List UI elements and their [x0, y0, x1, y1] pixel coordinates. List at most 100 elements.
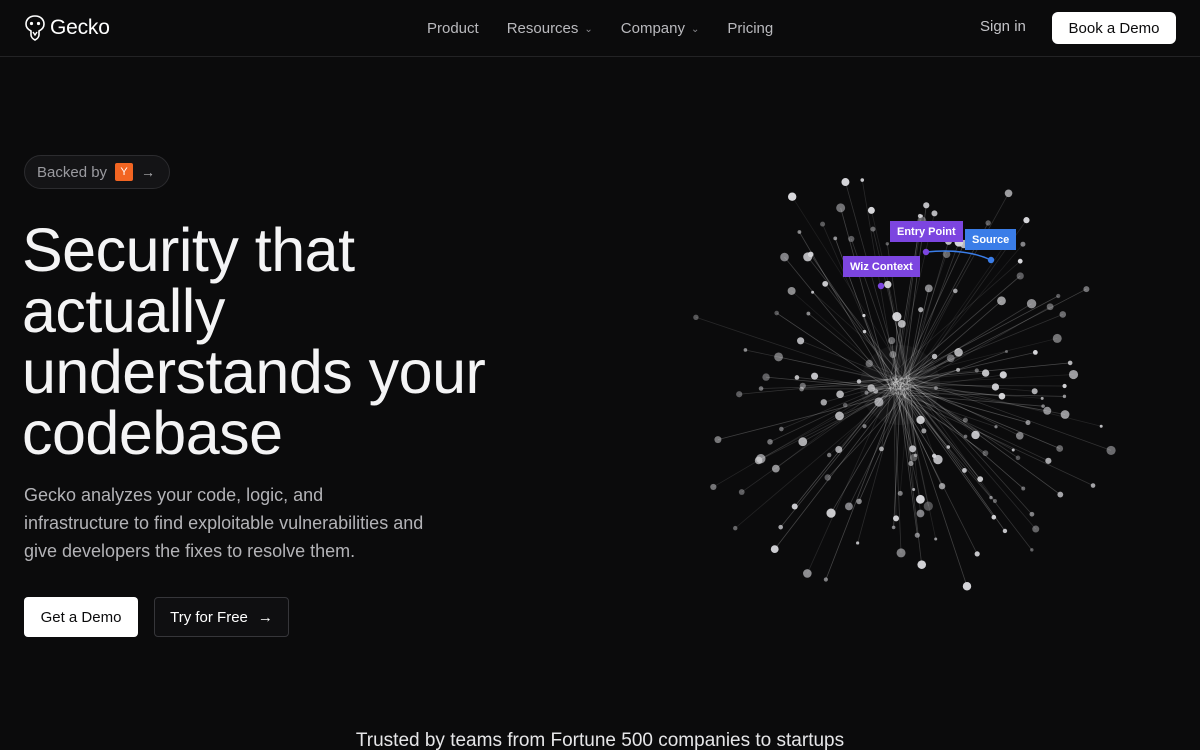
graph-node: [923, 202, 930, 209]
graph-node: [1059, 311, 1067, 318]
graph-node: [803, 252, 813, 262]
nav-item-resources[interactable]: Resources ⌄: [507, 20, 593, 37]
graph-node: [891, 525, 896, 530]
graph-node: [762, 373, 770, 381]
sign-in-link[interactable]: Sign in: [980, 18, 1026, 35]
graph-node: [896, 548, 906, 558]
graph-node: [1002, 528, 1008, 534]
graph-node: [770, 545, 779, 554]
graph-node: [1099, 424, 1103, 428]
graph-node: [856, 541, 860, 545]
nav-item-label: Company: [620, 19, 685, 37]
graph-node: [946, 354, 955, 363]
graph-node: [767, 439, 773, 445]
graph-node: [916, 509, 925, 518]
graph-node: [938, 482, 946, 490]
graph-node: [994, 425, 998, 429]
graph-node: [909, 445, 917, 453]
site-header: Gecko Product Resources ⌄ Company ⌄ Pric…: [0, 0, 1200, 57]
graph-node: [1023, 217, 1030, 224]
graph-node: [864, 390, 869, 395]
backed-by-text: Backed by: [37, 163, 108, 181]
graph-node: [798, 437, 808, 447]
graph-node: [982, 450, 989, 457]
graph-node: [1015, 455, 1021, 461]
source-label: Source: [965, 229, 1017, 250]
nav-item-pricing[interactable]: Pricing: [727, 20, 773, 37]
graph-node: [963, 434, 968, 439]
graph-node: [914, 532, 920, 538]
graph-node: [1056, 293, 1061, 299]
graph-node: [1025, 420, 1031, 426]
graph-node: [811, 372, 819, 380]
graph-node: [974, 368, 979, 373]
graph-node: [931, 210, 938, 217]
graph-node: [919, 214, 923, 218]
graph-node: [1062, 394, 1067, 399]
graph-node: [794, 375, 800, 380]
nav-item-label: Product: [427, 19, 479, 37]
graph-edge: [774, 379, 906, 550]
graph-node: [1029, 511, 1035, 517]
graph-node: [743, 348, 748, 352]
graph-node: [848, 235, 855, 243]
graph-node: [1045, 457, 1052, 464]
nav-item-company[interactable]: Company ⌄: [621, 20, 700, 37]
chevron-down-icon: ⌄: [691, 23, 700, 35]
graph-node: [893, 515, 900, 522]
graph-node: [997, 296, 1006, 306]
try-free-button[interactable]: Try for Free →: [154, 597, 289, 637]
graph-node: [885, 242, 890, 246]
hero-headline: Security that actually understands your …: [22, 216, 486, 467]
book-demo-button[interactable]: Book a Demo: [1052, 12, 1176, 44]
graph-node: [1030, 548, 1034, 552]
graph-node: [862, 329, 867, 334]
graph-node: [1015, 431, 1024, 440]
graph-node: [962, 582, 972, 591]
graph-node: [924, 284, 933, 293]
graph-node: [1011, 448, 1015, 452]
graph-node: [856, 498, 862, 505]
graph-node: [856, 379, 862, 384]
graph-node: [889, 350, 897, 358]
wiz-context-node: [877, 282, 885, 290]
brand-logo[interactable]: Gecko: [24, 13, 110, 43]
graph-node: [845, 502, 853, 511]
graph-node: [953, 288, 958, 294]
graph-node: [754, 456, 763, 465]
graph-node: [1068, 369, 1079, 380]
y-combinator-logo: Y: [115, 163, 134, 181]
graph-node: [820, 399, 827, 406]
graph-node: [836, 390, 844, 399]
graph-node: [738, 489, 745, 495]
get-demo-button[interactable]: Get a Demo: [24, 597, 138, 637]
graph-node: [835, 446, 843, 454]
graph-node: [1021, 486, 1026, 491]
try-free-label: Try for Free: [170, 608, 248, 626]
graph-node: [736, 391, 743, 398]
graph-node: [1090, 483, 1096, 488]
graph-node: [909, 453, 918, 462]
graph-node: [1040, 396, 1044, 400]
graph-node: [981, 369, 990, 377]
graph-node: [991, 514, 997, 520]
graph-node: [1020, 241, 1026, 247]
graph-node: [1057, 491, 1064, 498]
graph-node: [1031, 388, 1038, 395]
graph-node: [1062, 383, 1067, 389]
graph-node: [797, 230, 802, 234]
graph-node: [710, 483, 717, 491]
graph-node: [806, 311, 811, 316]
graph-node: [693, 314, 699, 320]
graph-node: [860, 178, 865, 182]
graph-node: [779, 426, 784, 432]
backed-by-badge[interactable]: Backed by Y →: [24, 155, 170, 189]
graph-edge: [890, 295, 1059, 385]
graph-node: [1083, 286, 1090, 293]
graph-node: [827, 452, 832, 458]
entry-point-label: Entry Point: [890, 221, 963, 242]
graph-node: [974, 551, 980, 557]
graph-node: [771, 464, 780, 473]
graph-node: [758, 386, 764, 391]
nav-item-product[interactable]: Product: [427, 20, 479, 37]
